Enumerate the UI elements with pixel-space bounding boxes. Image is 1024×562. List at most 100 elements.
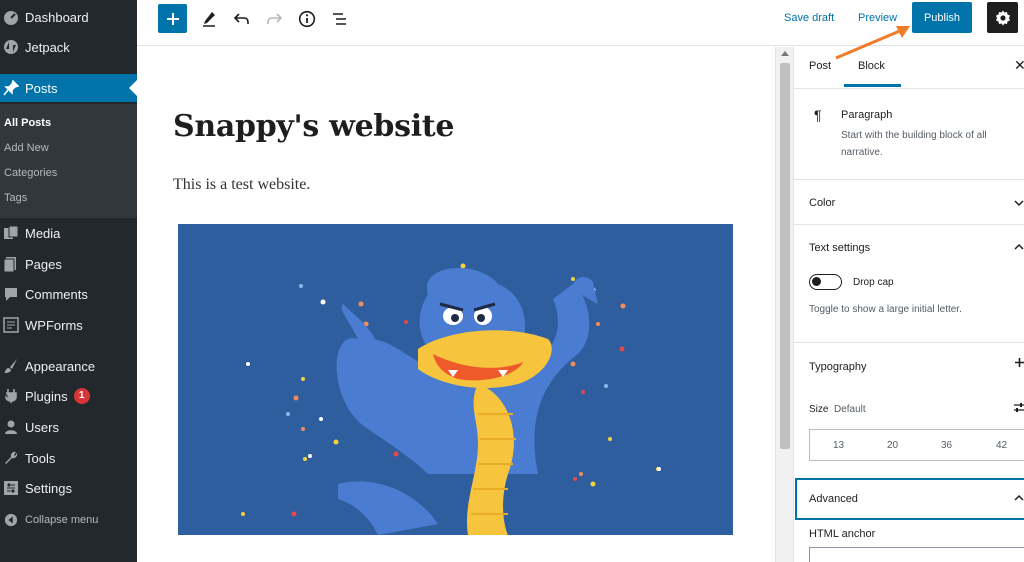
info-icon [298,10,316,28]
block-description-line2: narrative. [841,147,883,158]
jetpack-icon [2,38,20,56]
menu-label-users: Users [25,419,59,435]
menu-label-settings: Settings [25,480,72,496]
menu-item-tools[interactable]: Tools [0,444,137,472]
image-block[interactable] [178,224,733,535]
pages-icon [2,255,20,273]
menu-item-dashboard[interactable]: Dashboard [0,3,137,31]
paragraph-block-icon: ¶ [814,107,822,123]
active-tab-indicator [844,84,901,87]
scrollbar-thumb[interactable] [780,63,790,449]
font-size-picker: 13 20 36 42 [809,429,1024,461]
menu-item-users[interactable]: Users [0,413,137,441]
tab-post[interactable]: Post [809,60,831,72]
font-size-option[interactable]: 42 [996,440,1007,451]
plugin-icon [2,387,20,405]
chevron-up-icon[interactable] [1014,243,1024,251]
menu-item-plugins[interactable]: Plugins 1 [0,382,137,410]
wrench-icon [2,449,20,467]
post-paragraph[interactable]: This is a test website. [173,176,310,194]
admin-sidebar: Dashboard Jetpack Posts All Posts Add Ne… [0,0,137,562]
toggle-knob [812,277,821,286]
undo-button[interactable] [230,5,254,33]
block-navigation-button[interactable] [328,5,352,33]
users-icon [2,418,20,436]
redo-icon [267,13,283,24]
details-button[interactable] [295,5,319,33]
size-value: Default [834,404,866,415]
dashboard-icon [2,8,20,26]
close-icon[interactable]: ✕ [1014,57,1024,74]
chevron-down-icon[interactable] [1014,199,1024,207]
collapse-menu-label: Collapse menu [25,514,99,526]
scroll-up-arrow-icon[interactable] [781,51,789,56]
html-anchor-input[interactable] [809,547,1024,562]
text-settings-panel-toggle[interactable]: Text settings [809,242,870,254]
publish-button[interactable]: Publish [912,2,972,33]
block-inserter-button[interactable] [158,4,187,33]
submenu-add-new[interactable]: Add New [4,142,49,154]
submenu-categories[interactable]: Categories [4,167,57,179]
menu-label-dashboard: Dashboard [25,9,89,25]
divider [794,342,1024,343]
settings-toggle-button[interactable] [987,2,1018,33]
plugins-update-badge: 1 [73,388,90,404]
typography-panel-title: Typography [809,361,867,373]
menu-item-wpforms[interactable]: WPForms [0,311,137,339]
custom-size-icon[interactable] [1014,402,1024,413]
menu-label-plugins: Plugins [25,388,68,404]
settings-icon [2,479,20,497]
advanced-panel-title: Advanced [809,493,858,505]
mascot-illustration [241,263,661,535]
menu-label-pages: Pages [25,256,62,272]
brush-icon [2,357,20,375]
save-draft-button[interactable]: Save draft [784,12,834,24]
tools-button[interactable] [197,5,221,33]
submenu-tags[interactable]: Tags [4,192,27,204]
color-panel-toggle[interactable]: Color [809,197,835,209]
collapse-icon [2,511,20,529]
menu-item-jetpack[interactable]: Jetpack [0,33,137,61]
menu-item-posts[interactable]: Posts [0,74,137,102]
gear-icon [995,10,1010,25]
settings-sidebar: Post Block ✕ ¶ Paragraph Start with the … [793,47,1024,562]
menu-item-media[interactable]: Media [0,219,137,247]
forms-icon [2,316,20,334]
menu-label-jetpack: Jetpack [25,39,70,55]
html-anchor-label: HTML anchor [809,528,876,540]
pin-icon [2,79,20,97]
menu-item-pages[interactable]: Pages [0,250,137,278]
menu-label-appearance: Appearance [25,358,96,374]
block-description-line1: Start with the building block of all [841,130,987,141]
menu-item-appearance[interactable]: Appearance [0,352,137,380]
divider [794,224,1024,225]
plus-icon [166,12,179,25]
divider [794,179,1024,180]
size-label: Size [809,404,829,415]
posts-submenu: All Posts Add New Categories Tags [0,104,137,218]
collapse-menu-button[interactable]: Collapse menu [0,506,137,534]
plus-icon[interactable] [1014,357,1024,368]
pencil-icon [203,12,215,27]
drop-cap-help: Toggle to show a large initial letter. [809,304,962,315]
submenu-all-posts[interactable]: All Posts [4,117,51,129]
undo-icon [233,13,249,24]
menu-item-settings[interactable]: Settings [0,474,137,502]
editor-scrollbar[interactable] [775,47,793,562]
menu-label-wpforms: WPForms [25,317,83,333]
chevron-up-icon[interactable] [1014,494,1024,502]
font-size-option[interactable]: 13 [833,440,844,451]
drop-cap-toggle[interactable] [809,274,842,290]
redo-button[interactable] [262,5,286,33]
media-icon [2,224,20,242]
divider [794,88,1024,89]
font-size-option[interactable]: 36 [941,440,952,451]
menu-label-posts: Posts [25,80,58,96]
font-size-option[interactable]: 20 [887,440,898,451]
annotation-arrow-icon [835,26,910,60]
menu-label-tools: Tools [25,450,56,466]
block-name: Paragraph [841,109,893,121]
post-title[interactable]: Snappy's website [173,109,454,144]
menu-item-comments[interactable]: Comments [0,280,137,308]
menu-label-media: Media [25,225,61,241]
